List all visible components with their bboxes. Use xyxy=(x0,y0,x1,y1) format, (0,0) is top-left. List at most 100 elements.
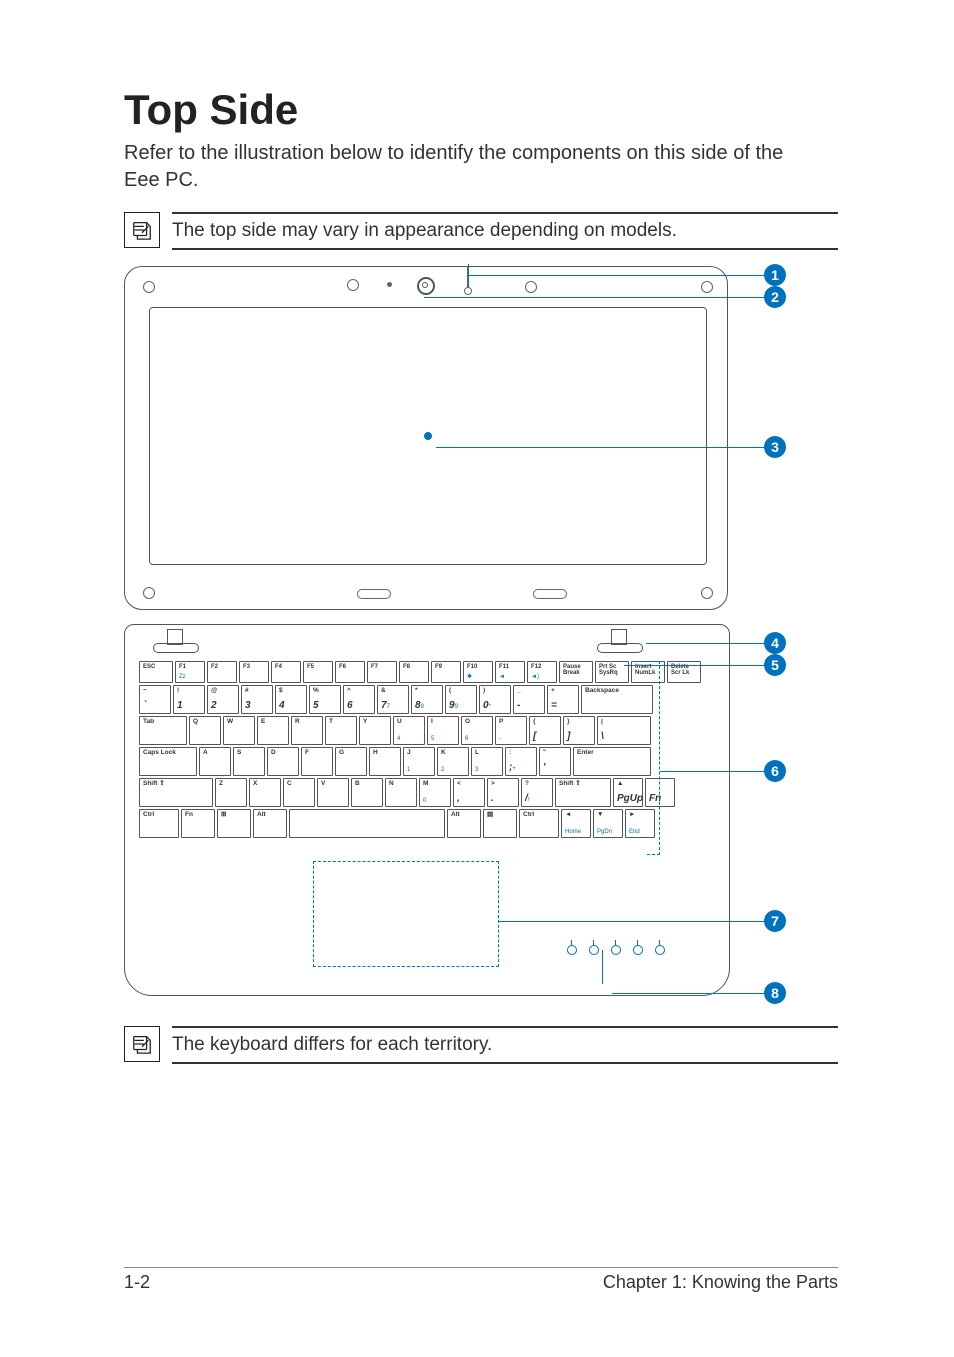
status-led-icon xyxy=(633,945,643,955)
keycap: M0 xyxy=(419,778,451,807)
keycap: E xyxy=(257,716,289,745)
keycap: F12◄) xyxy=(527,661,557,683)
keycap: ~` xyxy=(139,685,171,714)
keycap: T xyxy=(325,716,357,745)
lid-hole-icon xyxy=(347,279,359,291)
keycap: I5 xyxy=(427,716,459,745)
keycap: _- xyxy=(513,685,545,714)
note-2-text: The keyboard differs for each territory. xyxy=(172,1034,492,1055)
callout-7-badge: 7 xyxy=(764,910,786,932)
lid-hole-icon xyxy=(143,587,155,599)
chapter-label: Chapter 1: Knowing the Parts xyxy=(603,1272,838,1293)
camera-led-icon xyxy=(387,282,392,287)
power-switch-icon xyxy=(597,629,641,651)
keycap: ▤ xyxy=(483,809,517,838)
note-icon xyxy=(124,212,160,248)
hinge-icon xyxy=(357,589,391,599)
keycap: *88 xyxy=(411,685,443,714)
keycap: F8 xyxy=(399,661,429,683)
keycap: Y xyxy=(359,716,391,745)
keycap: F10✱ xyxy=(463,661,493,683)
keycap: |\ xyxy=(597,716,651,745)
keycap: Tab xyxy=(139,716,187,745)
status-led-icon xyxy=(589,945,599,955)
keycap: R xyxy=(291,716,323,745)
keycap: Enter xyxy=(573,747,651,776)
callout-1-badge: 1 xyxy=(764,264,786,286)
keycap: B xyxy=(351,778,383,807)
status-led-icon xyxy=(655,945,665,955)
keycap: >. xyxy=(487,778,519,807)
callout-1-leader: 1 xyxy=(468,264,786,286)
keycap: C xyxy=(283,778,315,807)
keycap: F11◄ xyxy=(495,661,525,683)
keycap: F9 xyxy=(431,661,461,683)
callout-6-leader: 6 xyxy=(660,760,786,782)
keycap: Alt xyxy=(447,809,481,838)
keycap: ESC xyxy=(139,661,173,683)
lid-hole-icon xyxy=(143,281,155,293)
keycap: {[ xyxy=(529,716,561,745)
keyboard: ESCF1ZzF2F3F4F5F6F7F8F9F10✱F11◄F12◄)Paus… xyxy=(139,661,715,853)
keycap: L3 xyxy=(471,747,503,776)
lid-hole-icon xyxy=(701,587,713,599)
keycap: += xyxy=(547,685,579,714)
keycap: O6 xyxy=(461,716,493,745)
keycap: Shift ⇧ xyxy=(555,778,611,807)
callout-5-leader: 5 xyxy=(624,654,786,676)
keycap: "' xyxy=(539,747,571,776)
keycap: F3 xyxy=(239,661,269,683)
callout-4-badge: 4 xyxy=(764,632,786,654)
callout-3-leader: 3 xyxy=(436,436,786,458)
keycap: W xyxy=(223,716,255,745)
keycap: V xyxy=(317,778,349,807)
keycap: Z xyxy=(215,778,247,807)
keycap: Ctrl xyxy=(519,809,559,838)
keycap: (99 xyxy=(445,685,477,714)
device-diagram: ESCF1ZzF2F3F4F5F6F7F8F9F10✱F11◄F12◄)Paus… xyxy=(124,266,838,1006)
keycap: &77 xyxy=(377,685,409,714)
keycap: F5 xyxy=(303,661,333,683)
touchpad-outline xyxy=(313,861,499,967)
callout-6-badge: 6 xyxy=(764,760,786,782)
keycap: Alt xyxy=(253,809,287,838)
keyboard-callout-outline xyxy=(647,661,660,855)
keycap: ◄Home xyxy=(561,809,591,838)
keycap: F2 xyxy=(207,661,237,683)
keycap: D xyxy=(267,747,299,776)
keycap: Fn xyxy=(181,809,215,838)
keycap: P- xyxy=(495,716,527,745)
keycap: <, xyxy=(453,778,485,807)
keycap: S xyxy=(233,747,265,776)
leader-line xyxy=(468,264,469,288)
callout-5-badge: 5 xyxy=(764,654,786,676)
status-led-icon xyxy=(567,945,577,955)
keycap: U4 xyxy=(393,716,425,745)
keycap: K2 xyxy=(437,747,469,776)
keycap: %5 xyxy=(309,685,341,714)
keycap: @2 xyxy=(207,685,239,714)
keycap: A xyxy=(199,747,231,776)
screen-center-dot-icon xyxy=(424,432,432,440)
keycap: F1Zz xyxy=(175,661,205,683)
keycap: :;+ xyxy=(505,747,537,776)
keycap: ⊞ xyxy=(217,809,251,838)
keycap: X xyxy=(249,778,281,807)
callout-8-badge: 8 xyxy=(764,982,786,1004)
note-icon xyxy=(124,1026,160,1062)
keycap: ▲PgUp xyxy=(613,778,643,807)
keycap: Backspace xyxy=(581,685,653,714)
page-title: Top Side xyxy=(124,86,838,134)
keycap: F7 xyxy=(367,661,397,683)
callout-8-leader: 8 xyxy=(612,982,786,1004)
keycap: G xyxy=(335,747,367,776)
callout-4-leader: 4 xyxy=(646,632,786,654)
hinge-icon xyxy=(533,589,567,599)
keycap: }] xyxy=(563,716,595,745)
status-led-icon xyxy=(611,945,621,955)
callout-2-badge: 2 xyxy=(764,286,786,308)
keycap: F xyxy=(301,747,333,776)
keycap: J1 xyxy=(403,747,435,776)
keycap: Q xyxy=(189,716,221,745)
keycap: Caps Lock xyxy=(139,747,197,776)
